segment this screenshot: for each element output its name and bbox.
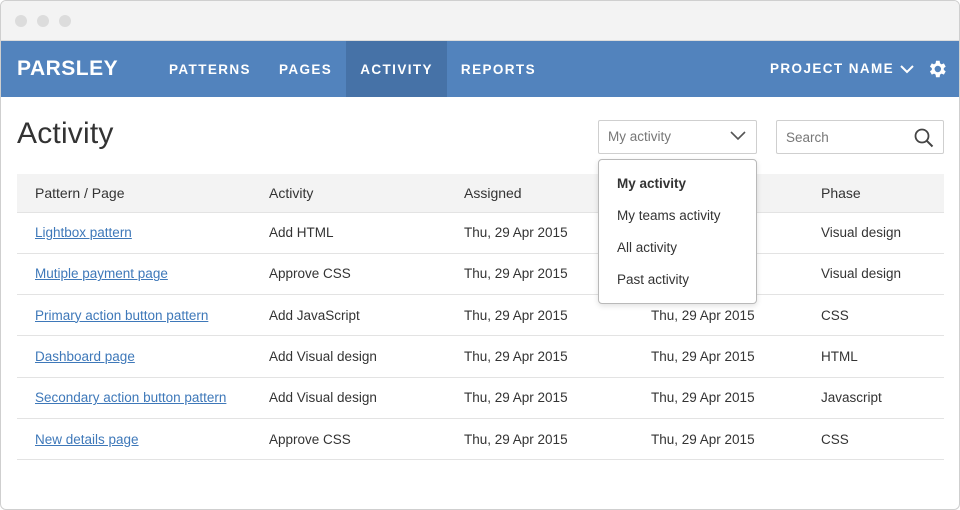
nav-links: PATTERNS PAGES ACTIVITY REPORTS	[155, 41, 550, 97]
gear-icon[interactable]	[926, 58, 948, 80]
phase-cell: CSS	[821, 431, 849, 447]
pattern-link[interactable]: Secondary action button pattern	[35, 390, 226, 405]
column-header-activity[interactable]: Activity	[269, 174, 464, 212]
pattern-link[interactable]: Primary action button pattern	[35, 308, 208, 323]
nav-link-patterns[interactable]: PATTERNS	[155, 41, 265, 97]
pattern-link[interactable]: Mutiple payment page	[35, 266, 168, 281]
column-header-phase[interactable]: Phase	[821, 174, 944, 212]
activity-filter-value: My activity	[608, 129, 672, 144]
activity-cell: Add HTML	[269, 225, 334, 241]
due-cell: Thu, 29 Apr 2015	[651, 431, 755, 447]
activity-cell: Add JavaScript	[269, 307, 360, 323]
search-box	[776, 120, 944, 154]
brand-logo[interactable]: PARSLEY	[17, 41, 118, 97]
table-row: Dashboard page Add Visual design Thu, 29…	[17, 336, 944, 378]
phase-cell: Javascript	[821, 390, 882, 406]
phase-cell: CSS	[821, 307, 849, 323]
due-cell: Thu, 29 Apr 2015	[651, 390, 755, 406]
phase-cell: Visual design	[821, 266, 902, 282]
window-maximize-dot[interactable]	[59, 15, 71, 27]
column-header-pattern[interactable]: Pattern / Page	[17, 174, 269, 212]
chevron-down-icon	[730, 131, 746, 141]
pattern-link[interactable]: Lightbox pattern	[35, 225, 132, 240]
window-minimize-dot[interactable]	[37, 15, 49, 27]
menu-item-all-activity[interactable]: All activity	[617, 240, 677, 255]
project-name: PROJECT NAME	[770, 61, 895, 76]
nav-link-pages[interactable]: PAGES	[265, 41, 346, 97]
search-input[interactable]	[786, 121, 906, 153]
project-switcher[interactable]: PROJECT NAME	[770, 41, 914, 97]
table-row: Mutiple payment page Approve CSS Thu, 29…	[17, 253, 944, 295]
assigned-cell: Thu, 29 Apr 2015	[464, 431, 568, 447]
table-header-row: Pattern / Page Activity Assigned Phase	[17, 174, 944, 212]
table-row: Primary action button pattern Add JavaSc…	[17, 295, 944, 336]
browser-window: PARSLEY PATTERNS PAGES ACTIVITY REPORTS …	[0, 0, 960, 510]
activity-cell: Approve CSS	[269, 431, 351, 447]
activity-table: Pattern / Page Activity Assigned Phase L…	[17, 174, 944, 460]
phase-cell: Visual design	[821, 225, 902, 241]
activity-cell: Add Visual design	[269, 390, 377, 406]
search-icon[interactable]	[914, 128, 934, 148]
top-navbar: PARSLEY PATTERNS PAGES ACTIVITY REPORTS …	[1, 41, 959, 97]
activity-filter-menu: My activity My teams activity All activi…	[598, 159, 757, 304]
table-row: Secondary action button pattern Add Visu…	[17, 377, 944, 419]
window-titlebar	[1, 1, 959, 41]
menu-item-my-activity[interactable]: My activity	[617, 176, 686, 191]
menu-item-past-activity[interactable]: Past activity	[617, 272, 689, 287]
due-cell: Thu, 29 Apr 2015	[651, 349, 755, 365]
chevron-down-icon	[900, 65, 914, 74]
nav-link-reports[interactable]: REPORTS	[447, 41, 550, 97]
phase-cell: HTML	[821, 349, 858, 365]
nav-link-activity[interactable]: ACTIVITY	[346, 41, 447, 97]
pattern-link[interactable]: Dashboard page	[35, 349, 135, 364]
menu-item-my-teams-activity[interactable]: My teams activity	[617, 208, 721, 223]
table-row: Lightbox pattern Add HTML Thu, 29 Apr 20…	[17, 212, 944, 254]
pattern-link[interactable]: New details page	[35, 432, 139, 447]
activity-cell: Approve CSS	[269, 266, 351, 282]
page-title: Activity	[17, 117, 114, 150]
assigned-cell: Thu, 29 Apr 2015	[464, 390, 568, 406]
assigned-cell: Thu, 29 Apr 2015	[464, 349, 568, 365]
table-row: New details page Approve CSS Thu, 29 Apr…	[17, 418, 944, 460]
activity-filter-select[interactable]: My activity	[598, 120, 757, 154]
window-close-dot[interactable]	[15, 15, 27, 27]
activity-cell: Add Visual design	[269, 349, 377, 365]
